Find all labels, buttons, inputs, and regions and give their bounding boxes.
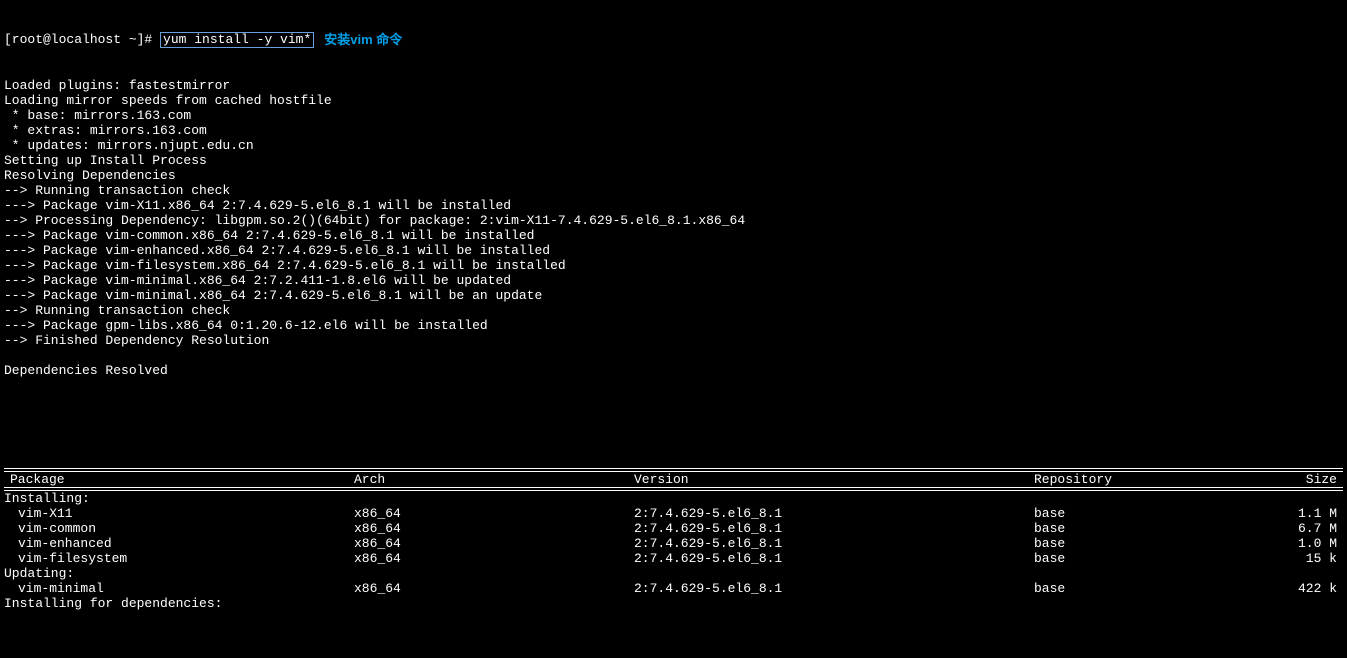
output-line: * updates: mirrors.njupt.edu.cn xyxy=(4,138,1343,153)
output-line: --> Finished Dependency Resolution xyxy=(4,333,1343,348)
cell-version: 2:7.4.629-5.el6_8.1 xyxy=(634,536,1034,551)
output-line: ---> Package vim-common.x86_64 2:7.4.629… xyxy=(4,228,1343,243)
header-package: Package xyxy=(4,472,354,487)
table-row: vim-enhancedx86_642:7.4.629-5.el6_8.1bas… xyxy=(4,536,1343,551)
cell-version: 2:7.4.629-5.el6_8.1 xyxy=(634,551,1034,566)
table-row: vim-X11x86_642:7.4.629-5.el6_8.1base1.1 … xyxy=(4,506,1343,521)
output-line: ---> Package vim-minimal.x86_64 2:7.4.62… xyxy=(4,288,1343,303)
cell-package: vim-enhanced xyxy=(4,536,354,551)
cell-arch: x86_64 xyxy=(354,506,634,521)
section-updating: Updating: xyxy=(4,566,1343,581)
table-row: vim-commonx86_642:7.4.629-5.el6_8.1base6… xyxy=(4,521,1343,536)
cell-repository: base xyxy=(1034,506,1244,521)
output-line: Loading mirror speeds from cached hostfi… xyxy=(4,93,1343,108)
output-line xyxy=(4,348,1343,363)
cell-repository: base xyxy=(1034,536,1244,551)
dependencies-table: Package Arch Version Repository Size Ins… xyxy=(4,468,1343,611)
output-lines: Loaded plugins: fastestmirrorLoading mir… xyxy=(4,78,1343,393)
output-line: ---> Package vim-filesystem.x86_64 2:7.4… xyxy=(4,258,1343,273)
output-line xyxy=(4,378,1343,393)
cell-package: vim-minimal xyxy=(4,581,354,596)
command-highlight-box: yum install -y vim* xyxy=(160,32,314,48)
output-line: ---> Package vim-enhanced.x86_64 2:7.4.6… xyxy=(4,243,1343,258)
cell-size: 1.1 M xyxy=(1244,506,1343,521)
cell-size: 1.0 M xyxy=(1244,536,1343,551)
cell-size: 15 k xyxy=(1244,551,1343,566)
output-line: Setting up Install Process xyxy=(4,153,1343,168)
shell-prompt: [root@localhost ~]# xyxy=(4,32,160,47)
cell-repository: base xyxy=(1034,581,1244,596)
cell-arch: x86_64 xyxy=(354,581,634,596)
output-line: Resolving Dependencies xyxy=(4,168,1343,183)
header-repository: Repository xyxy=(1034,472,1244,487)
cell-repository: base xyxy=(1034,551,1244,566)
section-installing-deps: Installing for dependencies: xyxy=(4,596,1343,611)
cell-arch: x86_64 xyxy=(354,551,634,566)
cell-repository: base xyxy=(1034,521,1244,536)
output-line: ---> Package gpm-libs.x86_64 0:1.20.6-12… xyxy=(4,318,1343,333)
output-line: ---> Package vim-X11.x86_64 2:7.4.629-5.… xyxy=(4,198,1343,213)
output-line: * base: mirrors.163.com xyxy=(4,108,1343,123)
cell-version: 2:7.4.629-5.el6_8.1 xyxy=(634,506,1034,521)
cell-version: 2:7.4.629-5.el6_8.1 xyxy=(634,581,1034,596)
cell-package: vim-common xyxy=(4,521,354,536)
output-line: * extras: mirrors.163.com xyxy=(4,123,1343,138)
prompt-line: [root@localhost ~]# yum install -y vim* … xyxy=(4,32,1343,48)
header-size: Size xyxy=(1244,472,1343,487)
cell-arch: x86_64 xyxy=(354,521,634,536)
table-header-row: Package Arch Version Repository Size xyxy=(4,472,1343,487)
cell-package: vim-X11 xyxy=(4,506,354,521)
command-text: yum install -y vim* xyxy=(163,32,311,47)
terminal-output[interactable]: [root@localhost ~]# yum install -y vim* … xyxy=(0,0,1347,658)
cell-package: vim-filesystem xyxy=(4,551,354,566)
output-line: --> Running transaction check xyxy=(4,183,1343,198)
header-arch: Arch xyxy=(354,472,634,487)
output-line: ---> Package vim-minimal.x86_64 2:7.2.41… xyxy=(4,273,1343,288)
header-version: Version xyxy=(634,472,1034,487)
output-line: --> Processing Dependency: libgpm.so.2()… xyxy=(4,213,1343,228)
annotation-label: 安装vim 命令 xyxy=(324,32,402,47)
output-line: Dependencies Resolved xyxy=(4,363,1343,378)
cell-version: 2:7.4.629-5.el6_8.1 xyxy=(634,521,1034,536)
cell-size: 422 k xyxy=(1244,581,1343,596)
cell-size: 6.7 M xyxy=(1244,521,1343,536)
section-installing: Installing: xyxy=(4,491,1343,506)
output-line: Loaded plugins: fastestmirror xyxy=(4,78,1343,93)
table-row: vim-filesystemx86_642:7.4.629-5.el6_8.1b… xyxy=(4,551,1343,566)
table-row: vim-minimalx86_642:7.4.629-5.el6_8.1base… xyxy=(4,581,1343,596)
cell-arch: x86_64 xyxy=(354,536,634,551)
output-line: --> Running transaction check xyxy=(4,303,1343,318)
